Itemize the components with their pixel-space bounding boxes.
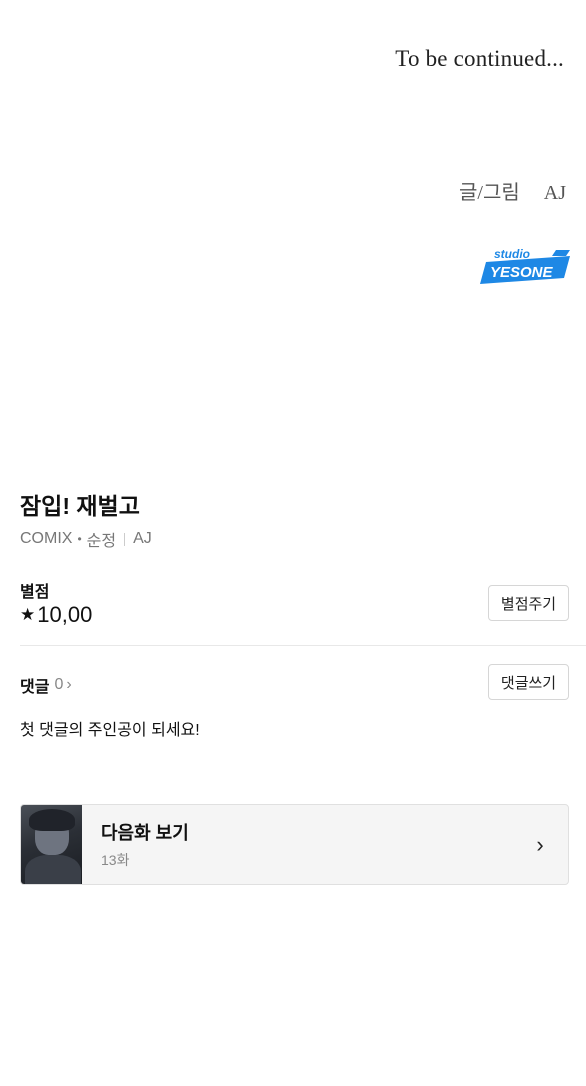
comments-empty-message: 첫 댓글의 주인공이 되세요! [20, 722, 200, 739]
rate-button[interactable]: 별점주기 [488, 585, 569, 621]
next-episode-title: 다음화 보기 [101, 823, 189, 843]
rating-value: 10,00 [37, 602, 93, 627]
comments-link[interactable]: 댓글 0 › [20, 673, 72, 697]
next-episode-card[interactable]: 다음화 보기 13화 › [20, 804, 569, 885]
star-icon: ★ [20, 605, 36, 624]
series-label: COMIX [20, 530, 73, 547]
next-episode-thumbnail [21, 805, 82, 884]
comments-count: 0 [54, 676, 64, 693]
logo-studio-text: studio [494, 247, 530, 261]
rating-label: 별점 [20, 584, 50, 601]
next-episode-text: 다음화 보기 13화 [101, 819, 530, 870]
write-comment-button[interactable]: 댓글쓰기 [488, 664, 569, 700]
logo-yesone-text: YESONE [490, 264, 554, 281]
author-credit: 글/그림 AJ [459, 176, 566, 205]
credit-name: AJ [543, 182, 566, 204]
comments-label: 댓글 [20, 679, 50, 696]
series-meta: COMIX • 순정 AJ [20, 527, 152, 551]
credit-role: 글/그림 [459, 182, 520, 204]
section-divider [20, 645, 586, 646]
chevron-right-icon: › [66, 676, 72, 693]
series-author[interactable]: AJ [133, 530, 152, 548]
next-episode-number: 13화 [101, 852, 130, 868]
series-genre: 순정 [86, 533, 117, 550]
chevron-right-icon: › [536, 831, 544, 857]
rating-value-row: ★ 10,00 [20, 602, 92, 628]
studio-yesone-logo: studio YESONE [476, 244, 574, 290]
to-be-continued-text: To be continued... [395, 46, 564, 71]
series-title: 잠입! 재벌고 [20, 493, 140, 519]
divider-bar [124, 532, 126, 546]
dot-separator: • [77, 532, 82, 546]
